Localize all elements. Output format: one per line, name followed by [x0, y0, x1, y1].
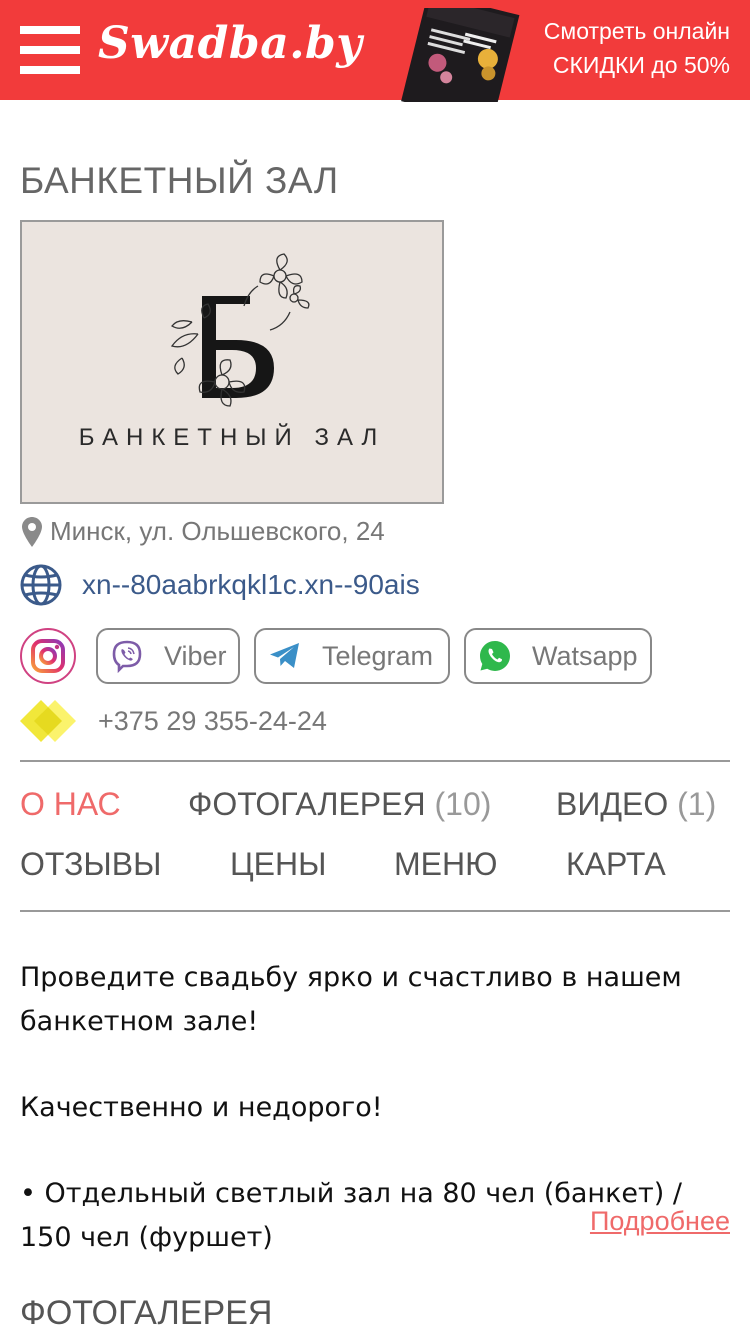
phone-row[interactable]: +375 29 355-24-24: [20, 700, 327, 742]
telegram-label: Telegram: [322, 640, 434, 671]
divider: [20, 760, 730, 762]
tab-prices[interactable]: ЦЕНЫ: [230, 846, 326, 883]
instagram-icon: [31, 639, 65, 673]
tab-photo-gallery-count: (10): [434, 786, 492, 822]
tab-about[interactable]: О НАС: [20, 786, 121, 823]
map-pin-icon: [22, 516, 42, 547]
whatsapp-label: Watsapp: [532, 640, 638, 671]
tab-video-label: ВИДЕО: [556, 786, 678, 822]
promo-line-1: Смотреть онлайн: [543, 18, 730, 44]
read-more-link[interactable]: Подробнее: [590, 1206, 730, 1237]
tab-map[interactable]: КАРТА: [566, 846, 666, 883]
tab-about-label: О НАС: [20, 786, 121, 822]
venue-logo-caption: БАНКЕТНЫЙ ЗАЛ: [78, 424, 386, 451]
venue-logo-mark: [170, 253, 310, 407]
tab-photo-gallery[interactable]: ФОТОГАЛЕРЕЯ (10): [188, 786, 491, 823]
tab-photo-gallery-label: ФОТОГАЛЕРЕЯ: [188, 786, 435, 822]
instagram-button[interactable]: [20, 628, 76, 684]
tab-reviews[interactable]: ОТЗЫВЫ: [20, 846, 161, 883]
operator-logo-icon: [20, 700, 76, 742]
gallery-section-title: ФОТОГАЛЕРЕЯ: [20, 1294, 273, 1332]
description-paragraph: Проведите свадьбу ярко и счастливо в наш…: [20, 962, 682, 1037]
phone-number[interactable]: +375 29 355-24-24: [98, 706, 327, 737]
viber-icon: [112, 640, 142, 673]
tab-map-label: КАРТА: [566, 846, 666, 882]
site-logo[interactable]: Swadba.by: [98, 18, 362, 69]
website-link[interactable]: xn--80aabrkqkl1c.xn--90ais: [82, 569, 420, 601]
page-title: БАНКЕТНЫЙ ЗАЛ: [20, 160, 339, 201]
tab-video-count: (1): [677, 786, 717, 822]
description-paragraph: Качественно и недорого!: [20, 1092, 383, 1123]
address-row: Минск, ул. Ольшевского, 24: [22, 516, 385, 547]
promo-line-2: СКИДКИ до 50%: [552, 52, 730, 78]
tab-menu-label: МЕНЮ: [394, 846, 498, 882]
venue-logo-image[interactable]: БАНКЕТНЫЙ ЗАЛ: [20, 220, 444, 504]
top-header: Swadba.by Смотреть онлайн СКИДКИ до 50%: [0, 0, 750, 102]
telegram-icon: [270, 643, 299, 668]
tab-prices-label: ЦЕНЫ: [230, 846, 327, 882]
promo-banner[interactable]: Смотреть онлайн СКИДКИ до 50%: [544, 14, 730, 82]
viber-label: Viber: [164, 640, 227, 671]
globe-icon: [20, 564, 62, 606]
whatsapp-button[interactable]: Watsapp: [464, 628, 652, 684]
tab-menu[interactable]: МЕНЮ: [394, 846, 497, 883]
divider: [20, 910, 730, 912]
telegram-button[interactable]: Telegram: [254, 628, 450, 684]
magazine-cover-image[interactable]: [396, 8, 524, 102]
menu-icon[interactable]: [20, 26, 80, 74]
tab-reviews-label: ОТЗЫВЫ: [20, 846, 162, 882]
viber-button[interactable]: Viber: [96, 628, 240, 684]
tab-video[interactable]: ВИДЕО (1): [556, 786, 716, 823]
whatsapp-icon: [480, 641, 510, 671]
website-row: xn--80aabrkqkl1c.xn--90ais: [20, 564, 420, 606]
address-text: Минск, ул. Ольшевского, 24: [50, 516, 385, 546]
